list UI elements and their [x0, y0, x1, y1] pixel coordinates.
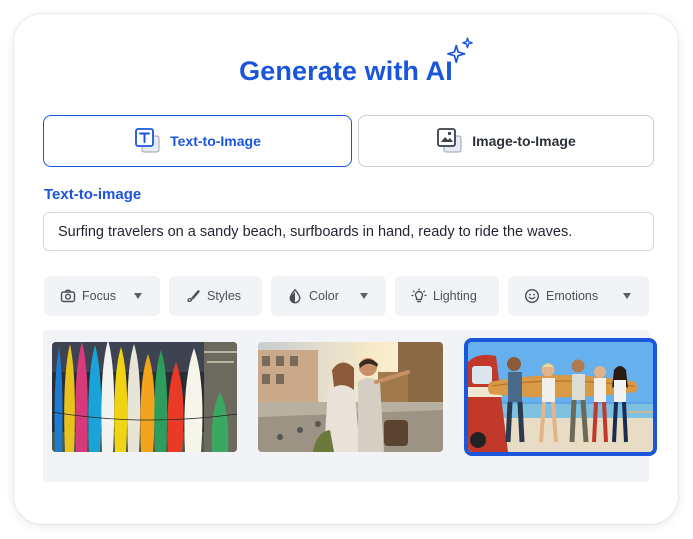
tab-text-to-image[interactable]: Text-to-Image	[43, 115, 352, 167]
focus-dropdown[interactable]: Focus	[44, 276, 160, 316]
colorful-surfboards-image[interactable]	[52, 342, 237, 452]
chip-label: Lighting	[433, 289, 477, 303]
lighting-chip[interactable]: Lighting	[395, 276, 499, 316]
tab-label: Image-to-Image	[472, 133, 576, 149]
chip-label: Emotions	[546, 289, 599, 303]
styles-chip[interactable]: Styles	[169, 276, 262, 316]
droplet-icon	[287, 288, 303, 304]
results-gallery	[43, 330, 653, 482]
prompt-text: Surfing travelers on a sandy beach, surf…	[58, 223, 573, 240]
generate-ai-card: Generate with AI Text-to-Image Image-to-…	[14, 14, 678, 524]
prompt-label: Text-to-image	[44, 186, 142, 203]
chevron-down-icon	[134, 293, 142, 299]
image-to-image-icon	[436, 127, 464, 155]
chip-label: Color	[309, 289, 339, 303]
surfers-carrying-board-image[interactable]	[468, 342, 653, 452]
chip-label: Focus	[82, 289, 117, 303]
tab-image-to-image[interactable]: Image-to-Image	[358, 115, 654, 167]
brush-icon	[185, 288, 201, 304]
camera-icon	[60, 288, 76, 304]
travel-couple-street-image[interactable]	[258, 342, 443, 452]
tab-label: Text-to-Image	[170, 133, 261, 149]
text-to-image-icon	[134, 127, 162, 155]
page-title: Generate with AI	[239, 56, 453, 86]
chip-label: Styles	[207, 289, 242, 303]
chevron-down-icon	[623, 293, 631, 299]
smiley-icon	[524, 288, 540, 304]
emotions-dropdown[interactable]: Emotions	[508, 276, 649, 316]
sparkles-icon	[447, 37, 473, 64]
chevron-down-icon	[360, 293, 368, 299]
lightbulb-icon	[411, 288, 427, 304]
prompt-input[interactable]: Surfing travelers on a sandy beach, surf…	[43, 212, 654, 251]
header: Generate with AI	[14, 56, 678, 87]
color-dropdown[interactable]: Color	[271, 276, 386, 316]
